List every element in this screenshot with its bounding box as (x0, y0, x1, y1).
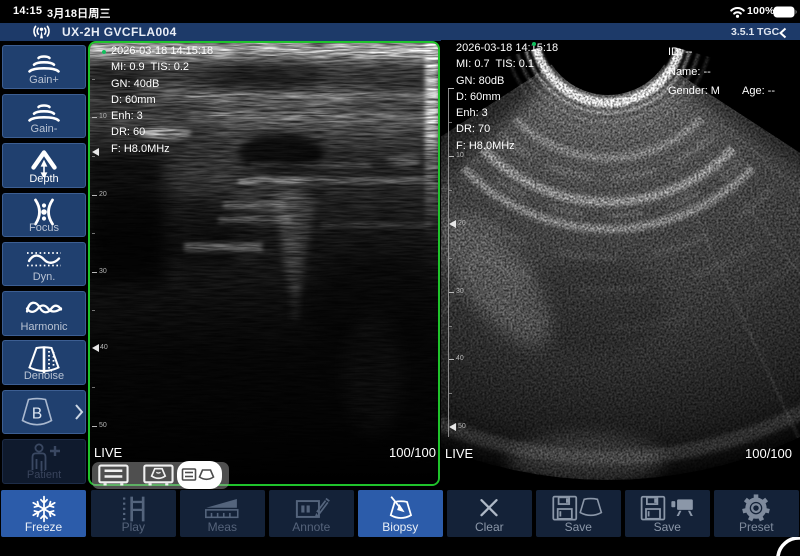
svg-text:B: B (32, 405, 42, 422)
